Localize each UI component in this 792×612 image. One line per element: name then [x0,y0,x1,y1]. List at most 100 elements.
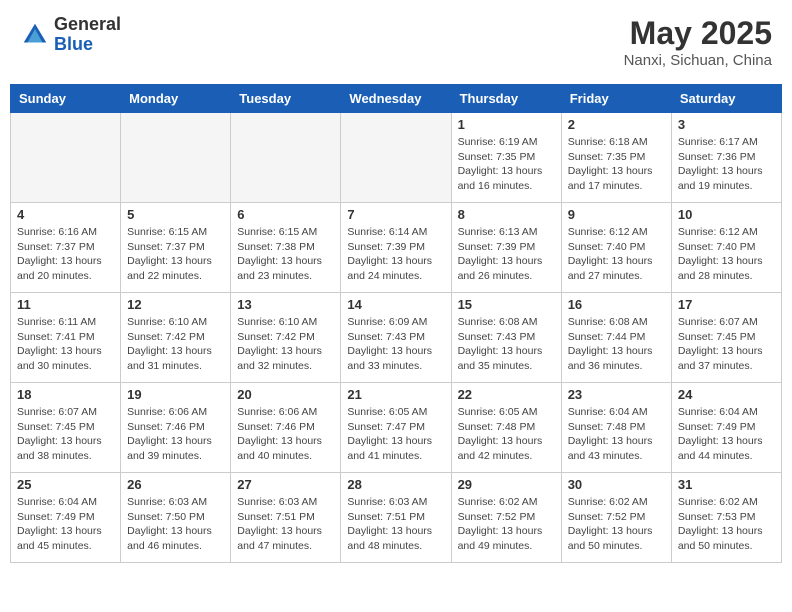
day-cell [231,113,341,203]
day-cell: 5 Sunrise: 6:15 AM Sunset: 7:37 PM Daylig… [121,203,231,293]
logo-general: General [54,15,121,35]
day-info: Sunrise: 6:12 AM Sunset: 7:40 PM Dayligh… [568,225,665,284]
day-cell: 17 Sunrise: 6:07 AM Sunset: 7:45 PM Dayli… [671,293,781,383]
day-info: Sunrise: 6:16 AM Sunset: 7:37 PM Dayligh… [17,225,114,284]
day-cell: 11Sunrise: 6:11 AM Sunset: 7:41 PM Dayli… [11,293,121,383]
day-number: 31 [678,477,775,492]
logo: General Blue [20,15,121,55]
day-cell: 23 Sunrise: 6:04 AM Sunset: 7:48 PM Dayli… [561,383,671,473]
day-cell: 15 Sunrise: 6:08 AM Sunset: 7:43 PM Dayli… [451,293,561,383]
weekday-header-tuesday: Tuesday [231,85,341,113]
day-cell: 6 Sunrise: 6:15 AM Sunset: 7:38 PM Daylig… [231,203,341,293]
day-cell: 10 Sunrise: 6:12 AM Sunset: 7:40 PM Dayli… [671,203,781,293]
title-block: May 2025 Nanxi, Sichuan, China [624,15,772,69]
day-info: Sunrise: 6:05 AM Sunset: 7:48 PM Dayligh… [458,405,555,464]
day-number: 8 [458,207,555,222]
day-number: 26 [127,477,224,492]
day-cell: 28Sunrise: 6:03 AM Sunset: 7:51 PM Dayli… [341,473,451,563]
day-number: 7 [347,207,444,222]
week-row-5: 25Sunrise: 6:04 AM Sunset: 7:49 PM Dayli… [11,473,782,563]
day-number: 2 [568,117,665,132]
day-number: 3 [678,117,775,132]
calendar: SundayMondayTuesdayWednesdayThursdayFrid… [10,84,782,563]
day-number: 13 [237,297,334,312]
weekday-header-sunday: Sunday [11,85,121,113]
week-row-4: 18Sunrise: 6:07 AM Sunset: 7:45 PM Dayli… [11,383,782,473]
day-number: 10 [678,207,775,222]
day-info: Sunrise: 6:18 AM Sunset: 7:35 PM Dayligh… [568,135,665,194]
day-cell: 4 Sunrise: 6:16 AM Sunset: 7:37 PM Daylig… [11,203,121,293]
location: Nanxi, Sichuan, China [624,52,772,69]
day-cell: 20 Sunrise: 6:06 AM Sunset: 7:46 PM Dayli… [231,383,341,473]
day-cell: 3Sunrise: 6:17 AM Sunset: 7:36 PM Daylig… [671,113,781,203]
day-number: 27 [237,477,334,492]
day-info: Sunrise: 6:06 AM Sunset: 7:46 PM Dayligh… [237,405,334,464]
logo-icon [20,20,50,50]
month-year: May 2025 [624,15,772,52]
day-info: Sunrise: 6:04 AM Sunset: 7:48 PM Dayligh… [568,405,665,464]
day-info: Sunrise: 6:14 AM Sunset: 7:39 PM Dayligh… [347,225,444,284]
weekday-header-friday: Friday [561,85,671,113]
day-info: Sunrise: 6:07 AM Sunset: 7:45 PM Dayligh… [678,315,775,374]
day-info: Sunrise: 6:13 AM Sunset: 7:39 PM Dayligh… [458,225,555,284]
page-header: General Blue May 2025 Nanxi, Sichuan, Ch… [10,10,782,74]
day-number: 16 [568,297,665,312]
day-info: Sunrise: 6:15 AM Sunset: 7:37 PM Dayligh… [127,225,224,284]
day-info: Sunrise: 6:05 AM Sunset: 7:47 PM Dayligh… [347,405,444,464]
day-number: 12 [127,297,224,312]
day-number: 21 [347,387,444,402]
day-cell: 31 Sunrise: 6:02 AM Sunset: 7:53 PM Dayli… [671,473,781,563]
day-cell: 30Sunrise: 6:02 AM Sunset: 7:52 PM Dayli… [561,473,671,563]
day-cell [341,113,451,203]
day-info: Sunrise: 6:15 AM Sunset: 7:38 PM Dayligh… [237,225,334,284]
day-number: 6 [237,207,334,222]
week-row-2: 4 Sunrise: 6:16 AM Sunset: 7:37 PM Daylig… [11,203,782,293]
day-number: 24 [678,387,775,402]
day-info: Sunrise: 6:08 AM Sunset: 7:43 PM Dayligh… [458,315,555,374]
day-number: 1 [458,117,555,132]
logo-text: General Blue [54,15,121,55]
day-cell: 22Sunrise: 6:05 AM Sunset: 7:48 PM Dayli… [451,383,561,473]
day-number: 9 [568,207,665,222]
day-number: 15 [458,297,555,312]
day-number: 30 [568,477,665,492]
day-number: 4 [17,207,114,222]
day-number: 18 [17,387,114,402]
day-cell: 29Sunrise: 6:02 AM Sunset: 7:52 PM Dayli… [451,473,561,563]
weekday-header-monday: Monday [121,85,231,113]
day-number: 29 [458,477,555,492]
day-info: Sunrise: 6:04 AM Sunset: 7:49 PM Dayligh… [678,405,775,464]
day-info: Sunrise: 6:11 AM Sunset: 7:41 PM Dayligh… [17,315,114,374]
weekday-header-wednesday: Wednesday [341,85,451,113]
day-cell: 7 Sunrise: 6:14 AM Sunset: 7:39 PM Daylig… [341,203,451,293]
day-info: Sunrise: 6:10 AM Sunset: 7:42 PM Dayligh… [127,315,224,374]
day-number: 28 [347,477,444,492]
day-info: Sunrise: 6:12 AM Sunset: 7:40 PM Dayligh… [678,225,775,284]
day-info: Sunrise: 6:10 AM Sunset: 7:42 PM Dayligh… [237,315,334,374]
weekday-header-saturday: Saturday [671,85,781,113]
day-number: 17 [678,297,775,312]
day-cell: 12 Sunrise: 6:10 AM Sunset: 7:42 PM Dayli… [121,293,231,383]
day-info: Sunrise: 6:03 AM Sunset: 7:50 PM Dayligh… [127,495,224,554]
day-number: 5 [127,207,224,222]
day-cell: 16 Sunrise: 6:08 AM Sunset: 7:44 PM Dayli… [561,293,671,383]
day-info: Sunrise: 6:03 AM Sunset: 7:51 PM Dayligh… [237,495,334,554]
week-row-3: 11Sunrise: 6:11 AM Sunset: 7:41 PM Dayli… [11,293,782,383]
day-info: Sunrise: 6:08 AM Sunset: 7:44 PM Dayligh… [568,315,665,374]
day-cell: 14Sunrise: 6:09 AM Sunset: 7:43 PM Dayli… [341,293,451,383]
day-info: Sunrise: 6:06 AM Sunset: 7:46 PM Dayligh… [127,405,224,464]
logo-blue: Blue [54,35,121,55]
day-number: 20 [237,387,334,402]
day-info: Sunrise: 6:04 AM Sunset: 7:49 PM Dayligh… [17,495,114,554]
day-cell: 9 Sunrise: 6:12 AM Sunset: 7:40 PM Daylig… [561,203,671,293]
day-info: Sunrise: 6:02 AM Sunset: 7:53 PM Dayligh… [678,495,775,554]
day-cell: 2 Sunrise: 6:18 AM Sunset: 7:35 PM Daylig… [561,113,671,203]
day-cell: 24 Sunrise: 6:04 AM Sunset: 7:49 PM Dayli… [671,383,781,473]
day-cell: 13 Sunrise: 6:10 AM Sunset: 7:42 PM Dayli… [231,293,341,383]
day-number: 23 [568,387,665,402]
weekday-header-thursday: Thursday [451,85,561,113]
day-cell [11,113,121,203]
weekday-header-row: SundayMondayTuesdayWednesdayThursdayFrid… [11,85,782,113]
day-info: Sunrise: 6:09 AM Sunset: 7:43 PM Dayligh… [347,315,444,374]
day-cell [121,113,231,203]
